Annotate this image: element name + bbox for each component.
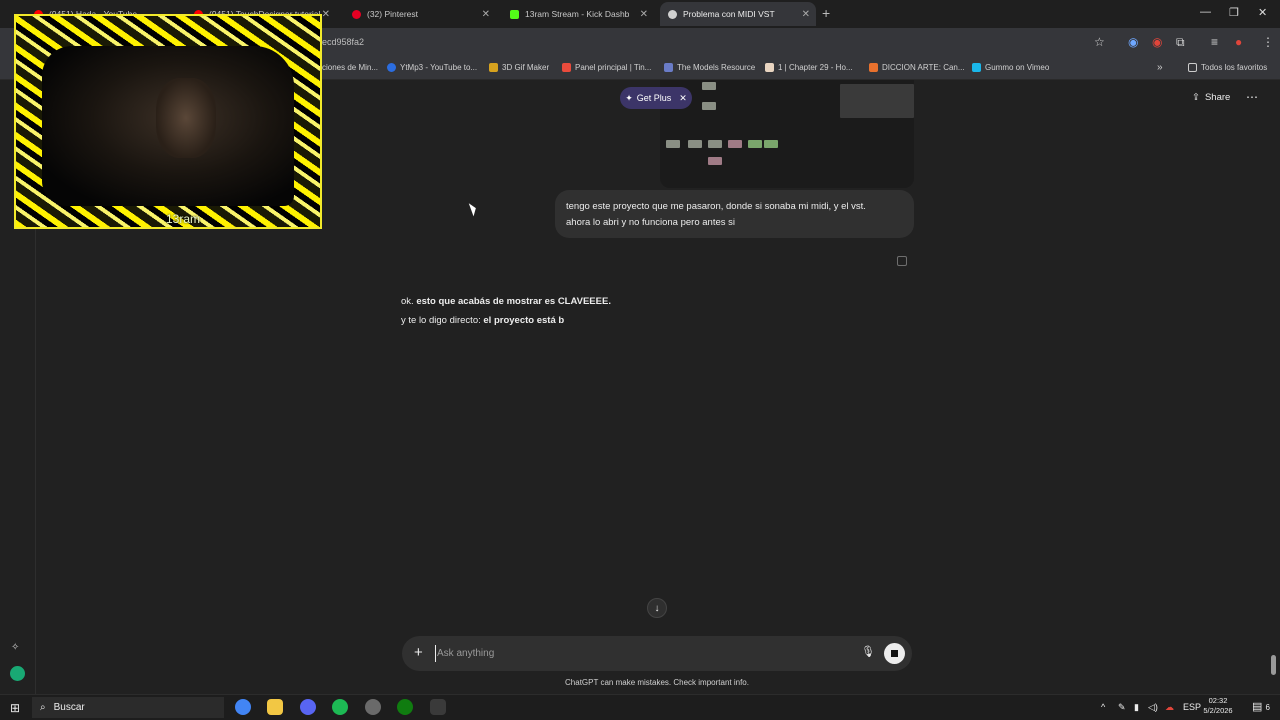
tab-kick[interactable]: 13ram Stream - Kick Dashb ✕ <box>502 2 654 26</box>
bookmark-item[interactable]: 1 | Chapter 29 - Ho... <box>765 61 853 73</box>
close-window-icon[interactable]: ✕ <box>1258 6 1267 19</box>
volume-icon[interactable]: ◁) <box>1148 702 1158 713</box>
tab-label: 13ram Stream - Kick Dashb <box>525 9 630 19</box>
media-icon[interactable]: ≡ <box>1211 35 1218 49</box>
panel-icon <box>562 62 571 72</box>
url-text[interactable]: ecd958fa2 <box>322 37 364 47</box>
tab-chatgpt[interactable]: Problema con MIDI VST ✕ <box>660 2 816 26</box>
gif-maker-icon <box>489 62 498 72</box>
webcam-label: 13ram <box>166 212 201 226</box>
tray-chevron-icon[interactable]: ^ <box>1101 702 1105 712</box>
bookmark-item[interactable]: Panel principal | Tin... <box>562 61 651 73</box>
scroll-down-button[interactable]: ↓ <box>647 598 667 618</box>
bookmark-item[interactable]: ciones de Min... <box>322 61 378 73</box>
discord-icon[interactable] <box>300 699 316 715</box>
user-message: tengo este proyecto que me pasaron, dond… <box>555 190 914 238</box>
bookmark-item[interactable]: DICCION ARTE: Can... <box>869 61 965 73</box>
broadcast-icon[interactable]: ◉ <box>1128 35 1138 49</box>
browser-menu-icon[interactable]: ⋮ <box>1262 35 1274 49</box>
taskbar-search[interactable]: ⌕ Buscar <box>32 697 224 718</box>
close-tab-icon[interactable]: ✕ <box>640 9 648 20</box>
search-icon: ⌕ <box>40 702 46 713</box>
models-resource-icon <box>664 62 673 72</box>
attach-plus-button[interactable]: + <box>414 644 423 661</box>
sparkle-icon[interactable]: ✧ <box>11 642 19 653</box>
prompt-input[interactable] <box>435 645 835 662</box>
clock[interactable]: 02:32 5/2/2026 <box>1198 696 1238 716</box>
stop-generating-button[interactable] <box>884 643 905 664</box>
attached-image[interactable] <box>660 80 914 188</box>
close-tab-icon[interactable]: ✕ <box>322 9 330 20</box>
bookmark-star-icon[interactable]: ☆ <box>1094 35 1105 49</box>
network-icon[interactable]: ☁ <box>1165 702 1174 713</box>
folder-icon <box>1188 62 1197 72</box>
touchdesigner-icon[interactable] <box>430 699 446 715</box>
record-icon[interactable]: ◉ <box>1152 35 1162 49</box>
kick-icon <box>510 9 519 19</box>
obs-icon[interactable] <box>365 699 381 715</box>
copy-icon[interactable] <box>897 256 907 266</box>
all-favorites-folder[interactable]: Todos los favoritos <box>1188 61 1267 73</box>
tab-label: Problema con MIDI VST <box>683 9 775 19</box>
bookmark-item[interactable]: YtMp3 - YouTube to... <box>387 61 477 73</box>
get-plus-button[interactable]: ✦ Get Plus ✕ <box>620 87 692 109</box>
pen-icon[interactable]: ✎ <box>1118 702 1126 713</box>
close-tab-icon[interactable]: ✕ <box>802 9 810 20</box>
windows-start-icon[interactable]: ⊞ <box>10 701 20 715</box>
tab-pinterest[interactable]: (32) Pinterest ✕ <box>344 2 496 26</box>
vimeo-icon <box>972 62 981 72</box>
bookmark-item[interactable]: 3D Gif Maker <box>489 61 549 73</box>
more-bookmarks-icon[interactable]: » <box>1157 61 1163 73</box>
microphone-icon[interactable]: 🎙 <box>861 645 875 658</box>
scrollbar[interactable] <box>1271 655 1276 675</box>
chrome-icon[interactable] <box>235 699 251 715</box>
disclaimer: ChatGPT can make mistakes. Check importa… <box>565 678 749 687</box>
chatgpt-icon <box>668 9 677 19</box>
assistant-message: ok. esto que acabás de mostrar es CLAVEE… <box>401 296 611 326</box>
minimize-icon[interactable]: — <box>1200 6 1211 18</box>
chapter-icon <box>765 62 774 72</box>
notifications-button[interactable]: ▤ 6 <box>1252 700 1270 713</box>
ytmp3-icon <box>387 62 396 72</box>
share-icon: ⇪ <box>1192 92 1200 103</box>
new-tab-button[interactable]: + <box>822 5 830 21</box>
plus-sparkle-icon: ✦ <box>625 92 633 103</box>
mic-tray-icon[interactable]: ▮ <box>1134 702 1139 713</box>
pinterest-icon <box>352 9 361 19</box>
extensions-icon[interactable]: ⧉ <box>1176 35 1185 50</box>
share-button[interactable]: ⇪ Share <box>1192 92 1230 103</box>
file-explorer-icon[interactable] <box>267 699 283 715</box>
spotify-icon[interactable] <box>332 699 348 715</box>
bookmark-item[interactable]: The Models Resource <box>664 61 755 73</box>
maximize-icon[interactable]: ❐ <box>1229 6 1239 19</box>
tab-label: (32) Pinterest <box>367 9 419 19</box>
xbox-icon[interactable] <box>397 699 413 715</box>
webcam-overlay: 13ram <box>14 14 322 229</box>
more-options-icon[interactable]: ⋯ <box>1246 90 1258 104</box>
close-tab-icon[interactable]: ✕ <box>482 9 490 20</box>
diccion-arte-icon <box>869 62 878 72</box>
close-icon[interactable]: ✕ <box>679 93 687 104</box>
profile-icon[interactable]: ● <box>1235 35 1242 49</box>
notification-icon: ▤ <box>1252 701 1263 713</box>
bookmark-item[interactable]: Gummo on Vimeo <box>972 61 1049 73</box>
streamer-face <box>156 78 216 158</box>
